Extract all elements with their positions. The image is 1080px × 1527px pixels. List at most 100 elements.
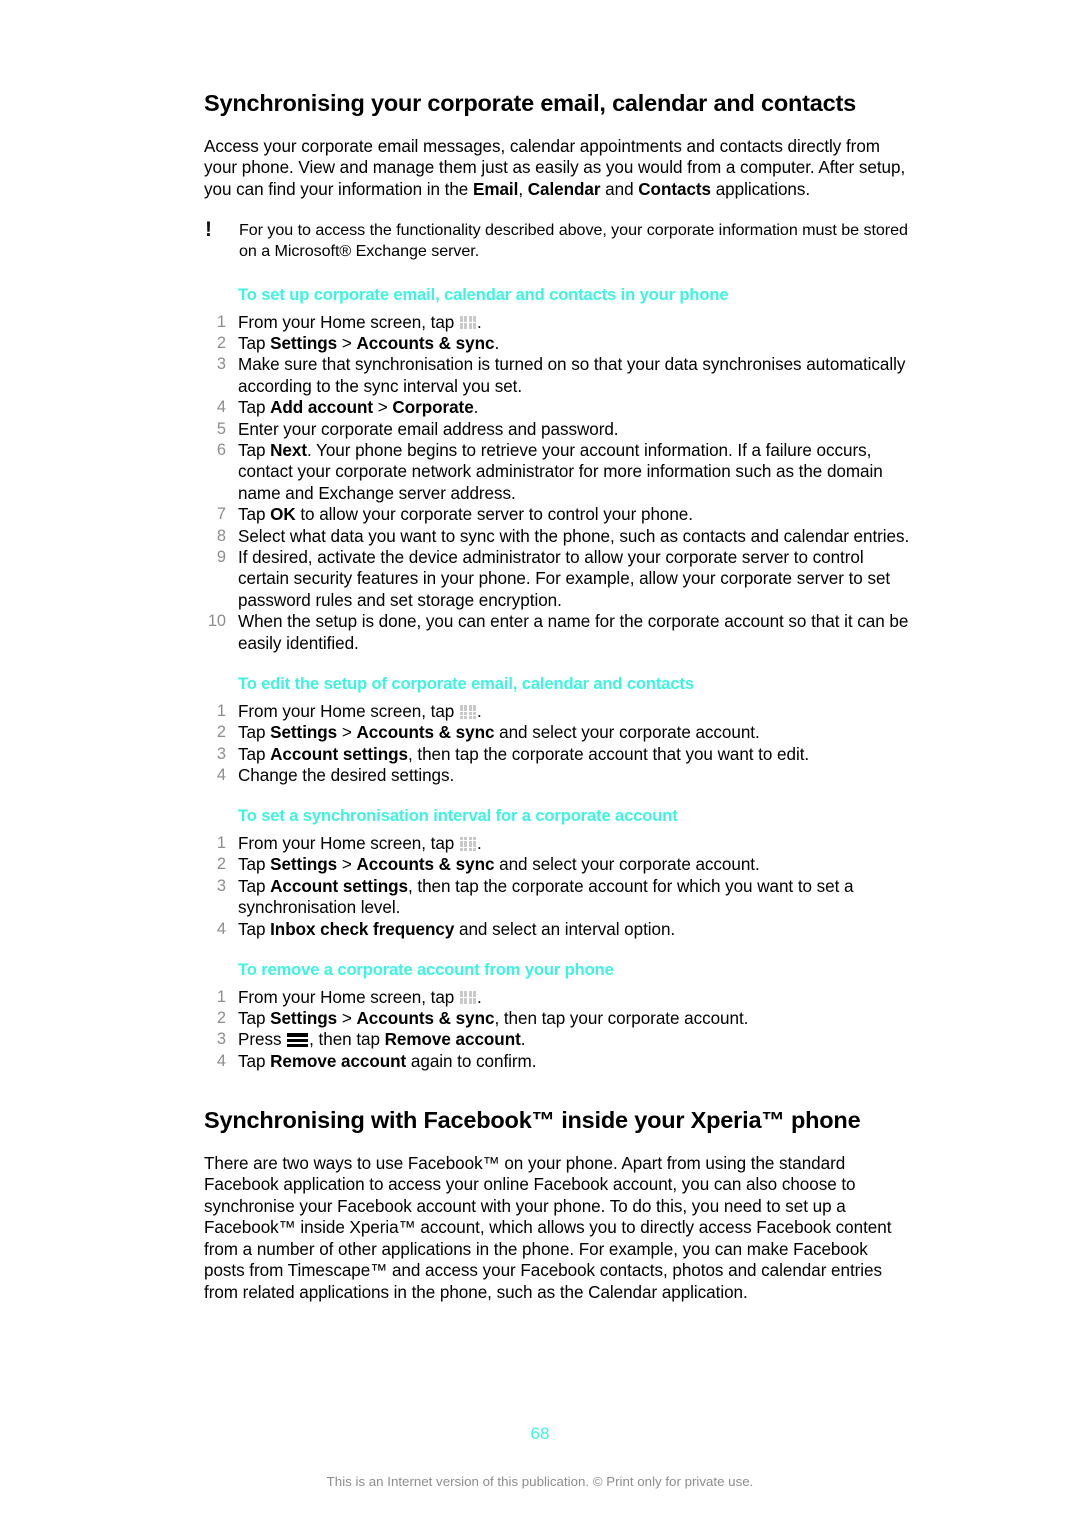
- step-text-pre: Press: [238, 1030, 287, 1050]
- intro-text-part-4: applications.: [711, 179, 811, 199]
- step-text: Make sure that synchronisation is turned…: [238, 355, 906, 396]
- step-number: 3: [216, 876, 226, 895]
- steps-list-setup: 1 From your Home screen, tap . 2 Tap Set…: [204, 312, 910, 655]
- step-bold-1: Account settings: [270, 744, 408, 764]
- step-text-mid: >: [337, 334, 357, 353]
- list-item: 2 Tap Settings > Accounts & sync.: [204, 333, 910, 354]
- step-number: 2: [216, 855, 226, 874]
- step-number: 5: [216, 419, 226, 438]
- subsection-heading-setup: To set up corporate email, calendar and …: [238, 285, 729, 304]
- subsection-remove-account: To remove a corporate account from your …: [204, 960, 910, 1072]
- subsection-heading-sync-interval: To set a synchronisation interval for a …: [238, 807, 678, 826]
- step-text: Tap Inbox check frequency and select an …: [238, 919, 910, 940]
- app-grid-icon: [459, 704, 477, 719]
- step-text-post: .: [476, 312, 482, 332]
- step-bold-2: Accounts & sync: [356, 855, 495, 875]
- section-heading-corporate-sync: Synchronising your corporate email, cale…: [204, 90, 857, 116]
- step-text-pre: Tap: [238, 1051, 271, 1071]
- step-text-pre: Tap: [238, 876, 271, 896]
- list-item: 8 Select what data you want to sync with…: [204, 526, 910, 547]
- step-text-post: .: [476, 833, 482, 853]
- subsection-sync-interval: To set a synchronisation interval for a …: [204, 806, 910, 940]
- step-number: 9: [216, 548, 226, 567]
- page-content: Synchronising your corporate email, cale…: [204, 0, 910, 1303]
- step-number: 1: [216, 833, 226, 852]
- step-text-mid: , then tap: [309, 1030, 385, 1050]
- intro-text-part-3: and: [600, 179, 639, 199]
- steps-list-remove-account: 1 From your Home screen, tap . 2 Tap Set…: [204, 987, 910, 1073]
- step-bold-1: Next: [270, 441, 307, 461]
- step-text-post: .: [473, 398, 479, 418]
- step-text-pre: From your Home screen, tap: [238, 987, 459, 1007]
- step-text-post: .: [494, 334, 500, 353]
- intro-text-part-2: ,: [518, 179, 528, 199]
- facebook-paragraph: There are two ways to use Facebook™ on y…: [204, 1153, 892, 1302]
- step-number: 4: [216, 765, 226, 784]
- step-bold-1: Settings: [270, 1009, 338, 1029]
- footer-copyright-note: This is an Internet version of this publ…: [326, 1474, 754, 1489]
- step-number: 1: [216, 987, 226, 1006]
- step-text-mid: >: [337, 855, 357, 875]
- step-number: 6: [216, 441, 226, 460]
- step-number: 3: [216, 1030, 226, 1049]
- subsection-heading-remove-account: To remove a corporate account from your …: [238, 961, 614, 979]
- step-number: 4: [216, 1051, 226, 1070]
- step-text-mid: >: [337, 723, 357, 743]
- step-text-post: to allow your corporate server to contro…: [295, 505, 693, 525]
- step-number: 4: [216, 919, 226, 938]
- step-text-post: and select your corporate account.: [494, 723, 760, 743]
- list-item: 2 Tap Settings > Accounts & sync and sel…: [204, 722, 910, 743]
- step-text-post: .: [476, 987, 482, 1007]
- subsection-heading-edit-setup: To edit the setup of corporate email, ca…: [238, 675, 694, 694]
- step-text-pre: Tap: [238, 398, 271, 418]
- step-text-pre: Tap: [238, 1009, 271, 1029]
- step-number: 1: [216, 701, 226, 720]
- steps-list-sync-interval: 1 From your Home screen, tap . 2 Tap Set…: [204, 833, 910, 940]
- step-number: 3: [216, 744, 226, 763]
- step-text-post: and select your corporate account.: [494, 855, 760, 875]
- list-item: 3 Tap Account settings, then tap the cor…: [204, 876, 910, 919]
- step-number: 2: [216, 334, 226, 352]
- step-text-post: , then tap the corporate account that yo…: [407, 744, 810, 764]
- steps-list-edit-setup: 1 From your Home screen, tap . 2 Tap Set…: [204, 701, 910, 787]
- step-number: 2: [216, 1009, 226, 1028]
- list-item: 3 Press , then tap Remove account.: [204, 1029, 910, 1050]
- step-bold-1: Remove account: [384, 1030, 521, 1050]
- step-text-pre: Tap: [238, 919, 271, 939]
- step-text-pre: Tap: [238, 723, 271, 743]
- note-block: ! For you to access the functionality de…: [204, 219, 910, 261]
- step-text: From your Home screen, tap .: [238, 833, 910, 854]
- list-item: 1 From your Home screen, tap .: [204, 833, 910, 854]
- list-item: 1 From your Home screen, tap .: [204, 701, 910, 722]
- step-text: When the setup is done, you can enter a …: [238, 612, 909, 653]
- step-number: 3: [216, 355, 226, 374]
- step-bold-1: OK: [270, 505, 296, 525]
- step-text-pre: Tap: [238, 505, 271, 525]
- menu-icon: [287, 1032, 309, 1048]
- step-number: 4: [216, 398, 226, 417]
- step-text-post: again to confirm.: [406, 1051, 537, 1071]
- step-text: Enter your corporate email address and p…: [238, 419, 619, 439]
- step-text: Tap Account settings, then tap the corpo…: [238, 876, 910, 919]
- app-grid-icon: [459, 315, 477, 330]
- list-item: 2 Tap Settings > Accounts & sync and sel…: [204, 854, 910, 875]
- step-text-mid: >: [337, 1009, 357, 1029]
- step-text: Tap Settings > Accounts & sync.: [238, 333, 910, 354]
- list-item: 4 Change the desired settings.: [204, 765, 910, 786]
- step-text: From your Home screen, tap .: [238, 312, 910, 333]
- step-text: Tap Account settings, then tap the corpo…: [238, 744, 910, 765]
- step-text: Tap Settings > Accounts & sync and selec…: [238, 722, 910, 743]
- step-text: Tap Next. Your phone begins to retrieve …: [238, 440, 910, 504]
- step-text: Press , then tap Remove account.: [238, 1029, 910, 1050]
- step-text: If desired, activate the device administ…: [238, 548, 891, 610]
- step-text-mid: >: [373, 398, 393, 418]
- step-bold-1: Settings: [270, 855, 338, 875]
- note-text: For you to access the functionality desc…: [239, 221, 908, 260]
- intro-bold-calendar: Calendar: [527, 179, 601, 199]
- step-text-pre: Tap: [238, 441, 271, 461]
- list-item: 9 If desired, activate the device admini…: [204, 547, 910, 611]
- step-text: From your Home screen, tap .: [238, 701, 910, 722]
- step-text-pre: Tap: [238, 334, 271, 353]
- step-number: 2: [216, 723, 226, 742]
- list-item: 1 From your Home screen, tap .: [204, 312, 910, 333]
